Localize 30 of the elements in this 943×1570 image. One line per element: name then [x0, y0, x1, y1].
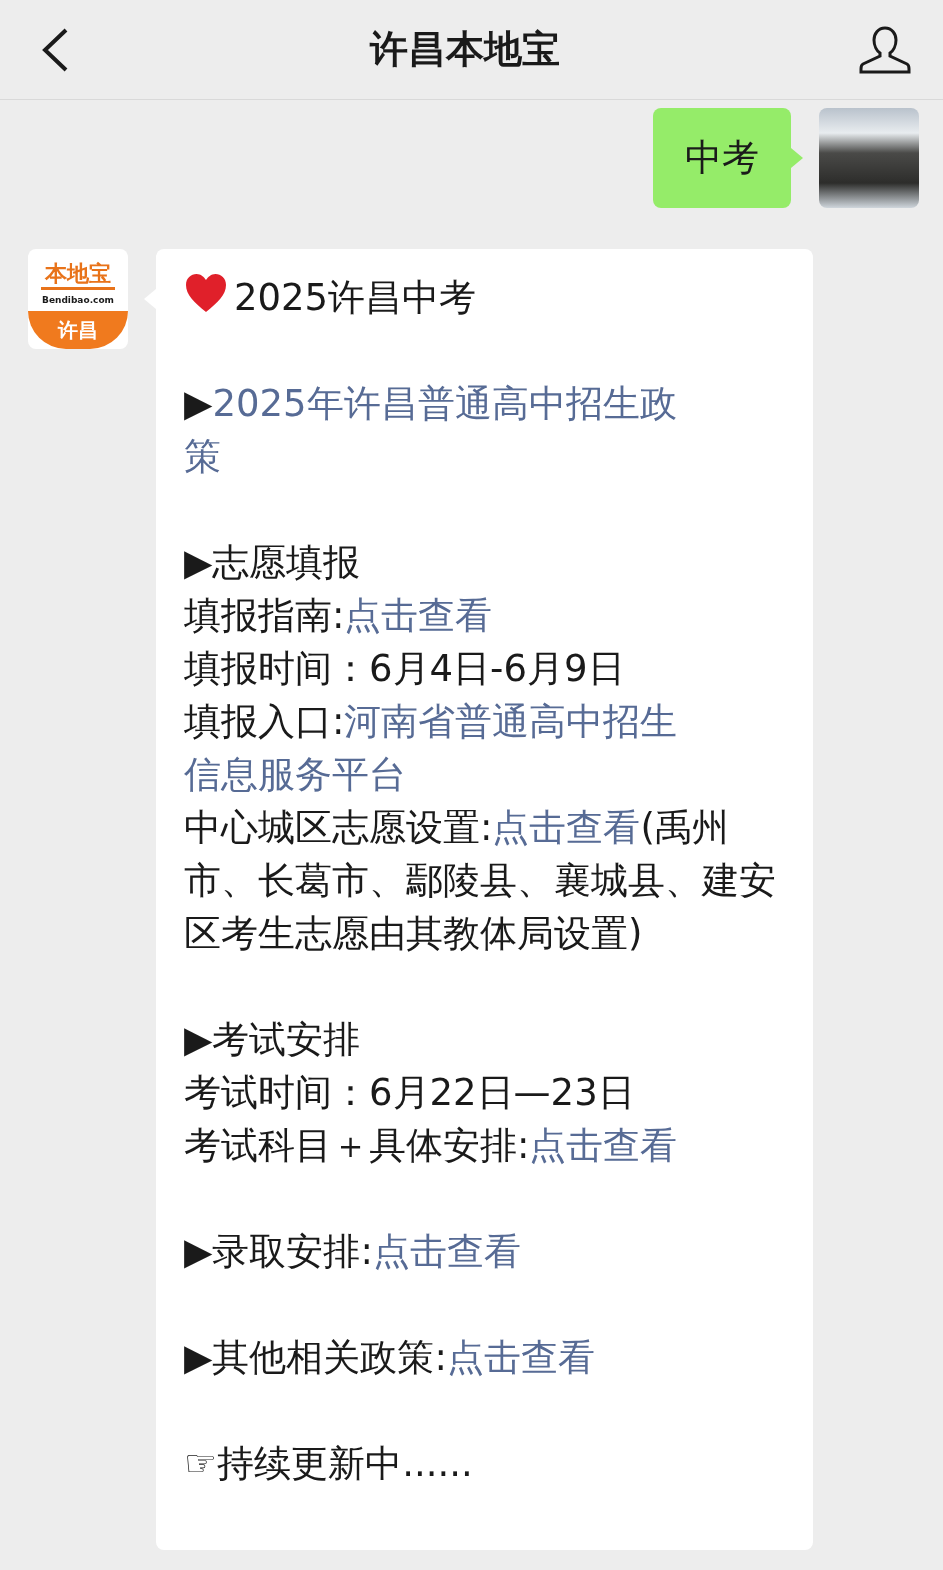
logo-text: Bendibao.com — [42, 296, 114, 305]
link[interactable]: 信息服务平台 — [184, 753, 406, 796]
message-line: 中心城区志愿设置:点击查看(禹州市、长葛市、鄢陵县、襄城县、建安区考生志愿由其教体局设置) — [184, 805, 777, 957]
message-line: ▶其他相关政策:点击查看 — [184, 1335, 596, 1381]
message-line: 考试科目＋具体安排:点击查看 — [184, 1123, 679, 1169]
logo-text: 本地宝 — [41, 263, 115, 290]
link[interactable]: 点击查看 — [492, 806, 641, 849]
message-line: ☞持续更新中...... — [184, 1441, 474, 1487]
link[interactable]: 2025年许昌普通高中招生政 — [212, 382, 677, 425]
message-line: ▶2025年许昌普通高中招生政 — [184, 381, 678, 427]
message-line: ▶考试安排 — [184, 1017, 362, 1063]
message-line: 考试时间：6月22日—23日 — [184, 1070, 636, 1116]
message-line: ▶录取安排:点击查看 — [184, 1229, 522, 1275]
message-line: 填报入口:河南省普通高中招生 — [184, 699, 679, 745]
link[interactable]: 点击查看 — [372, 1230, 521, 1273]
back-icon[interactable] — [40, 26, 70, 73]
link[interactable]: 点击查看 — [344, 594, 493, 637]
link[interactable]: 点击查看 — [529, 1124, 678, 1167]
link[interactable]: 点击查看 — [446, 1336, 595, 1379]
page-title: 许昌本地宝 — [369, 26, 560, 73]
message-line: 填报时间：6月4日-6月9日 — [184, 646, 626, 692]
message-bubble: 中考 — [653, 108, 791, 208]
message-line: 填报指南:点击查看 — [184, 593, 494, 639]
link[interactable]: 河南省普通高中招生 — [344, 700, 678, 743]
bubble-tail — [791, 148, 803, 168]
profile-icon[interactable] — [859, 24, 911, 75]
message-line: 2025许昌中考 — [184, 271, 785, 324]
logo-text: 许昌 — [28, 311, 128, 349]
message-line: ▶志愿填报 — [184, 540, 362, 586]
link[interactable]: 策 — [184, 435, 221, 478]
